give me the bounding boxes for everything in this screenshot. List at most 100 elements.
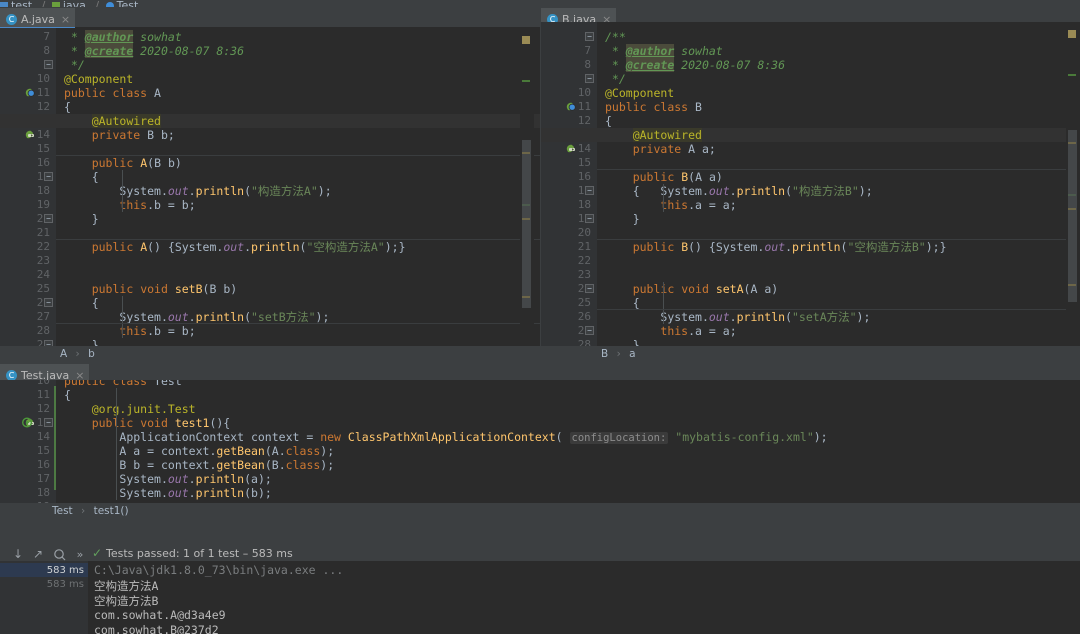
scrollbar-marker[interactable] bbox=[522, 36, 530, 44]
code-line[interactable]: System.out.println("构造方法A"); bbox=[64, 184, 332, 198]
code-line[interactable]: { bbox=[605, 114, 612, 128]
code-line[interactable]: public void test1(){ bbox=[64, 416, 230, 430]
breadcrumb-class[interactable]: B bbox=[601, 348, 608, 360]
spring-bean-class-icon[interactable] bbox=[565, 101, 576, 112]
code-line[interactable]: public A() {System.out.println("空构造方法A")… bbox=[64, 240, 406, 254]
code-line[interactable]: System.out.println("setA方法"); bbox=[605, 310, 870, 324]
code-line[interactable]: public B() {System.out.println("空构造方法B")… bbox=[605, 240, 947, 254]
code-line[interactable]: } bbox=[605, 212, 640, 226]
breadcrumb-class[interactable]: A bbox=[60, 348, 67, 360]
code-line[interactable]: { bbox=[64, 296, 99, 310]
code-line[interactable]: System.out.println(b); bbox=[64, 486, 272, 500]
editor-test-java[interactable]: 10111213141516171819− public class Test{… bbox=[0, 380, 1080, 503]
line-number: 10 bbox=[4, 72, 50, 86]
code-line[interactable]: this.b = b; bbox=[64, 324, 196, 338]
breadcrumb-segment-folder[interactable]: java bbox=[52, 0, 86, 7]
code-fold-toggle[interactable]: − bbox=[585, 32, 594, 41]
code-line[interactable]: private A a; bbox=[605, 142, 716, 156]
code-line[interactable]: } bbox=[64, 212, 99, 226]
code-fold-toggle[interactable]: − bbox=[585, 284, 594, 293]
code-line[interactable]: ApplicationContext context = new ClassPa… bbox=[64, 430, 828, 445]
code-fold-toggle[interactable]: − bbox=[585, 74, 594, 83]
code-line[interactable]: public A(B b) bbox=[64, 156, 182, 170]
scrollbar-left[interactable] bbox=[520, 28, 534, 346]
gutter-test[interactable]: 10111213141516171819− bbox=[0, 380, 56, 503]
code-area-right[interactable]: /** * @author sowhat * @create 2020-08-0… bbox=[597, 22, 1080, 346]
scrollbar-marker[interactable] bbox=[1068, 30, 1076, 38]
code-line[interactable]: * @author sowhat bbox=[605, 44, 723, 58]
breadcrumb-segment-module[interactable]: test bbox=[0, 0, 32, 7]
editor-a-java[interactable]: 7891011121314151617181920212223242526272… bbox=[0, 28, 540, 346]
breadcrumb-class[interactable]: Test bbox=[52, 505, 73, 517]
editor-b-java[interactable]: 6789101112131415161718192021222324252627… bbox=[541, 22, 1080, 346]
code-fold-toggle[interactable]: − bbox=[585, 214, 594, 223]
code-line[interactable]: this.a = a; bbox=[605, 198, 737, 212]
console-line: com.sowhat.B@237d2 bbox=[94, 623, 219, 634]
code-line[interactable]: { bbox=[64, 388, 71, 402]
scrollbar-thumb[interactable] bbox=[1068, 130, 1077, 302]
code-line[interactable]: * @author sowhat bbox=[64, 30, 182, 44]
code-line[interactable]: { bbox=[64, 170, 99, 184]
code-line[interactable]: * @create 2020-08-07 8:36 bbox=[605, 58, 785, 72]
code-line[interactable]: @Component bbox=[64, 72, 133, 86]
code-fold-toggle[interactable]: − bbox=[44, 418, 53, 427]
code-line[interactable]: public void setA(A a) bbox=[605, 282, 778, 296]
gutter-right[interactable]: 6789101112131415161718192021222324252627… bbox=[541, 22, 597, 346]
vcs-change-marker[interactable] bbox=[54, 386, 56, 490]
line-number: 18 bbox=[545, 198, 591, 212]
search-icon[interactable] bbox=[51, 546, 67, 562]
code-line[interactable]: A a = context.getBean(A.class); bbox=[64, 444, 334, 458]
breadcrumb-segment-class[interactable]: Test bbox=[106, 0, 139, 7]
breadcrumb-member[interactable]: a bbox=[629, 348, 635, 360]
gutter-left[interactable]: 7891011121314151617181920212223242526272… bbox=[0, 28, 56, 346]
code-fold-toggle[interactable]: − bbox=[44, 60, 53, 69]
scrollbar-thumb[interactable] bbox=[522, 140, 531, 308]
spring-bean-autowire-icon[interactable] bbox=[565, 143, 576, 154]
code-fold-toggle[interactable]: − bbox=[585, 186, 594, 195]
code-line[interactable]: @Component bbox=[605, 86, 674, 100]
code-line[interactable]: this.b = b; bbox=[64, 198, 196, 212]
code-line[interactable]: @Autowired bbox=[64, 114, 161, 128]
code-fold-toggle[interactable]: − bbox=[44, 214, 53, 223]
breadcrumb-member[interactable]: b bbox=[88, 348, 95, 360]
code-fold-toggle[interactable]: − bbox=[44, 172, 53, 181]
scrollbar-marker[interactable] bbox=[1068, 74, 1076, 76]
console-output[interactable]: 583 ms583 ms C:\Java\jdk1.8.0_73\bin\jav… bbox=[0, 561, 1080, 634]
code-line[interactable]: { System.out.println("构造方法B"); bbox=[605, 184, 873, 198]
code-line[interactable]: public void setB(B b) bbox=[64, 282, 237, 296]
spring-bean-class-icon[interactable] bbox=[24, 87, 35, 98]
tab-a-java[interactable]: C A.java × bbox=[0, 8, 75, 29]
code-line[interactable]: { bbox=[605, 296, 640, 310]
code-line[interactable]: /** bbox=[605, 30, 626, 44]
more-actions-icon[interactable]: » bbox=[72, 546, 88, 562]
breadcrumb-member[interactable]: test1() bbox=[94, 505, 129, 517]
close-icon[interactable]: × bbox=[61, 14, 70, 25]
code-line[interactable]: } bbox=[605, 338, 640, 346]
code-line[interactable]: System.out.println("setB方法"); bbox=[64, 310, 329, 324]
code-line[interactable]: } bbox=[64, 338, 99, 346]
scrollbar-right[interactable] bbox=[1066, 22, 1080, 346]
expand-icon[interactable]: ↗ bbox=[30, 546, 46, 562]
code-line[interactable]: @org.junit.Test bbox=[64, 402, 196, 416]
code-line[interactable]: * @create 2020-08-07 8:36 bbox=[64, 44, 244, 58]
code-line[interactable]: @Autowired bbox=[605, 128, 702, 142]
code-line[interactable]: public B(A a) bbox=[605, 170, 723, 184]
scroll-to-end-icon[interactable]: ↓ bbox=[10, 546, 26, 562]
code-line[interactable]: */ bbox=[605, 72, 626, 86]
code-fold-toggle[interactable]: − bbox=[585, 326, 594, 335]
spring-bean-autowire-icon[interactable] bbox=[24, 129, 35, 140]
scrollbar-marker[interactable] bbox=[522, 80, 530, 82]
code-line[interactable]: public class A bbox=[64, 86, 161, 100]
code-line[interactable]: { bbox=[64, 100, 71, 114]
code-line[interactable]: public class B bbox=[605, 100, 702, 114]
code-area-test[interactable]: public class Test{ @org.junit.Test publi… bbox=[56, 380, 1080, 503]
code-line[interactable]: */ bbox=[64, 58, 85, 72]
code-area-left[interactable]: * @author sowhat * @create 2020-08-07 8:… bbox=[56, 28, 540, 346]
code-line[interactable]: private B b; bbox=[64, 128, 175, 142]
code-line[interactable]: this.a = a; bbox=[605, 324, 737, 338]
code-line[interactable]: B b = context.getBean(B.class); bbox=[64, 458, 334, 472]
code-line[interactable]: System.out.println(a); bbox=[64, 472, 272, 486]
code-line[interactable]: public class Test bbox=[64, 380, 182, 388]
code-fold-toggle[interactable]: − bbox=[44, 298, 53, 307]
run-test-icon[interactable] bbox=[22, 417, 33, 428]
